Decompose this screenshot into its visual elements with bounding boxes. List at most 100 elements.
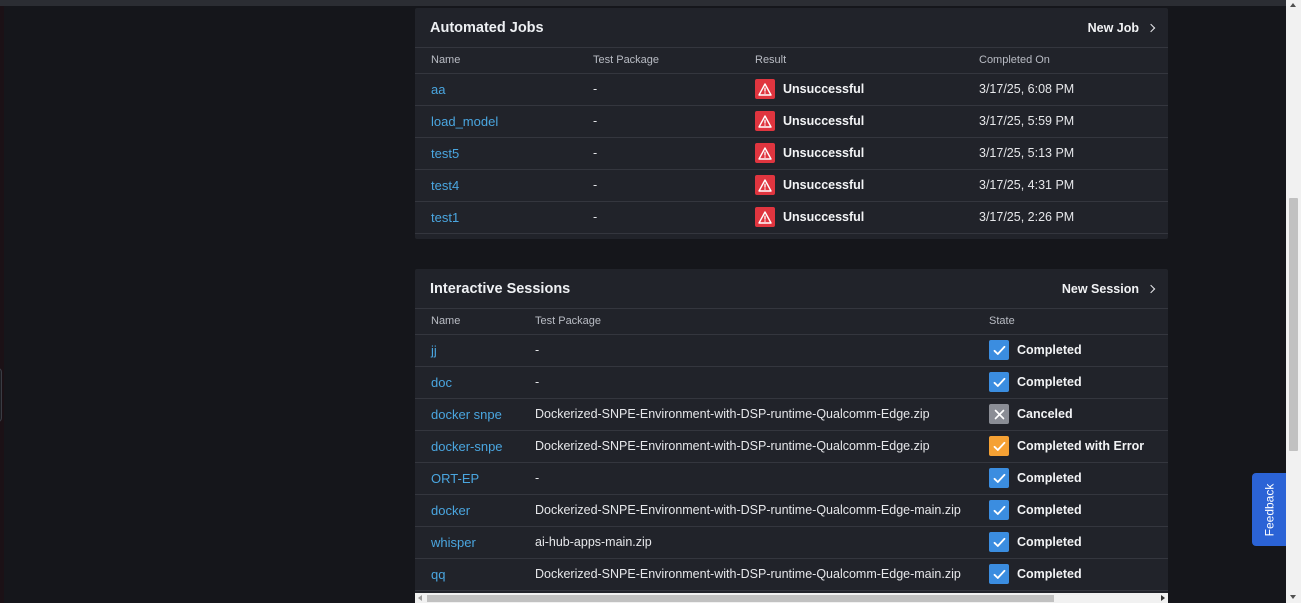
new-session-label: New Session bbox=[1061, 281, 1139, 296]
sessions-table: Name Test Package State jj - Completed doc -… bbox=[415, 309, 1168, 591]
automated-jobs-header: Automated Jobs New Job bbox=[415, 8, 1168, 48]
session-test-package: Dockerized-SNPE-Environment-with-DSP-run… bbox=[519, 430, 973, 463]
session-state: Completed bbox=[973, 334, 1168, 367]
session-name-link[interactable]: qq bbox=[415, 558, 519, 591]
job-result: Unsuccessful bbox=[739, 73, 963, 106]
warning-icon bbox=[755, 207, 775, 227]
scroll-right-arrow-icon[interactable] bbox=[1161, 595, 1165, 601]
top-bar bbox=[0, 0, 1286, 6]
status: Completed bbox=[989, 500, 1168, 520]
job-row: load_model - Unsuccessful 3/17/25, 5:59 PM bbox=[415, 105, 1168, 138]
job-row: aa - Unsuccessful 3/17/25, 6:08 PM bbox=[415, 73, 1168, 106]
session-test-package: - bbox=[519, 462, 973, 495]
session-state: Completed with Error bbox=[973, 430, 1168, 463]
job-completed-on: 3/17/25, 5:13 PM bbox=[963, 137, 1168, 170]
session-row: qq Dockerized-SNPE-Environment-with-DSP-r… bbox=[415, 558, 1168, 591]
status: Completed bbox=[989, 564, 1168, 584]
session-test-package: Dockerized-SNPE-Environment-with-DSP-run… bbox=[519, 494, 973, 527]
status: Unsuccessful bbox=[755, 79, 963, 99]
interactive-sessions-card: Interactive Sessions New Session Name Te… bbox=[415, 269, 1168, 603]
session-row: docker-snpe Dockerized-SNPE-Environment-w… bbox=[415, 430, 1168, 463]
column-header-name[interactable]: Name bbox=[415, 48, 577, 74]
job-result: Unsuccessful bbox=[739, 105, 963, 138]
session-state: Canceled bbox=[973, 398, 1168, 431]
session-row: whisper ai-hub-apps-main.zip Completed bbox=[415, 526, 1168, 559]
status-label: Completed with Error bbox=[1017, 439, 1145, 453]
horizontal-scroll-thumb[interactable] bbox=[427, 595, 1054, 602]
session-name-link[interactable]: doc bbox=[415, 366, 519, 399]
session-row: jj - Completed bbox=[415, 334, 1168, 367]
column-header-name[interactable]: Name bbox=[415, 309, 519, 335]
status-label: Unsuccessful bbox=[783, 114, 865, 128]
status-label: Completed bbox=[1017, 567, 1082, 581]
session-test-package: ai-hub-apps-main.zip bbox=[519, 526, 973, 559]
job-name-link[interactable]: aa bbox=[415, 73, 577, 106]
check-icon bbox=[989, 564, 1009, 584]
column-header-state[interactable]: State bbox=[973, 309, 1168, 335]
session-name-link[interactable]: docker-snpe bbox=[415, 430, 519, 463]
session-row: doc - Completed bbox=[415, 366, 1168, 399]
vertical-scrollbar[interactable] bbox=[1286, 0, 1301, 603]
session-name-link[interactable]: ORT-EP bbox=[415, 462, 519, 495]
jobs-table-header: Name Test Package Result Completed On bbox=[415, 48, 1168, 74]
status-label: Completed bbox=[1017, 471, 1082, 485]
scroll-up-arrow-icon[interactable] bbox=[1290, 3, 1296, 7]
status: Canceled bbox=[989, 404, 1168, 424]
warning-icon bbox=[755, 79, 775, 99]
status-label: Unsuccessful bbox=[783, 82, 865, 96]
session-row: ORT-EP - Completed bbox=[415, 462, 1168, 495]
job-name-link[interactable]: test1 bbox=[415, 201, 577, 234]
check-warning-icon bbox=[989, 436, 1009, 456]
check-icon bbox=[989, 340, 1009, 360]
status: Unsuccessful bbox=[755, 143, 963, 163]
job-completed-on: 3/17/25, 4:31 PM bbox=[963, 169, 1168, 202]
new-job-label: New Job bbox=[1087, 20, 1139, 35]
column-header-test-package[interactable]: Test Package bbox=[519, 309, 973, 335]
interactive-sessions-header: Interactive Sessions New Session bbox=[415, 269, 1168, 309]
column-header-test-package[interactable]: Test Package bbox=[577, 48, 739, 74]
job-name-link[interactable]: load_model bbox=[415, 105, 577, 138]
job-test-package: - bbox=[577, 73, 739, 106]
job-name-link[interactable]: test5 bbox=[415, 137, 577, 170]
job-row: test5- Unsuccessful 3/17/25, 5:13 PM bbox=[415, 137, 1168, 170]
automated-jobs-card: Automated Jobs New Job Name Test Package… bbox=[415, 8, 1168, 239]
check-icon bbox=[989, 372, 1009, 392]
cancel-icon bbox=[989, 404, 1009, 424]
scroll-down-arrow-icon[interactable] bbox=[1290, 595, 1296, 599]
session-name-link[interactable]: jj bbox=[415, 334, 519, 367]
sessions-table-header: Name Test Package State bbox=[415, 309, 1168, 335]
session-name-link[interactable]: whisper bbox=[415, 526, 519, 559]
status: Unsuccessful bbox=[755, 175, 963, 195]
session-state: Completed bbox=[973, 558, 1168, 591]
session-name-link[interactable]: docker snpe bbox=[415, 398, 519, 431]
job-result: Unsuccessful bbox=[739, 201, 963, 234]
column-header-result[interactable]: Result bbox=[739, 48, 963, 74]
warning-icon bbox=[755, 143, 775, 163]
session-test-package: - bbox=[519, 366, 973, 399]
feedback-button[interactable]: Feedback bbox=[1252, 473, 1286, 546]
session-row: docker snpe Dockerized-SNPE-Environment-w… bbox=[415, 398, 1168, 431]
chevron-right-icon bbox=[1146, 284, 1156, 294]
sidebar-collapse-handle[interactable] bbox=[0, 368, 2, 422]
status-label: Completed bbox=[1017, 535, 1082, 549]
status: Completed bbox=[989, 468, 1168, 488]
left-edge bbox=[0, 6, 4, 603]
status-label: Completed bbox=[1017, 375, 1082, 389]
vertical-scroll-thumb[interactable] bbox=[1289, 198, 1298, 451]
job-test-package: - bbox=[577, 137, 739, 170]
new-session-button[interactable]: New Session bbox=[1061, 281, 1156, 296]
new-job-button[interactable]: New Job bbox=[1087, 20, 1156, 35]
job-test-package: - bbox=[577, 105, 739, 138]
status-label: Canceled bbox=[1017, 407, 1073, 421]
job-row: test4- Unsuccessful 3/17/25, 4:31 PM bbox=[415, 169, 1168, 202]
job-result: Unsuccessful bbox=[739, 169, 963, 202]
job-name-link[interactable]: test4 bbox=[415, 169, 577, 202]
session-test-package: - bbox=[519, 334, 973, 367]
horizontal-scrollbar[interactable] bbox=[415, 593, 1168, 603]
scroll-left-arrow-icon[interactable] bbox=[418, 595, 422, 601]
session-name-link[interactable]: docker bbox=[415, 494, 519, 527]
jobs-table: Name Test Package Result Completed On aa… bbox=[415, 48, 1168, 234]
session-state: Completed bbox=[973, 526, 1168, 559]
column-header-completed-on[interactable]: Completed On bbox=[963, 48, 1168, 74]
status: Completed bbox=[989, 532, 1168, 552]
